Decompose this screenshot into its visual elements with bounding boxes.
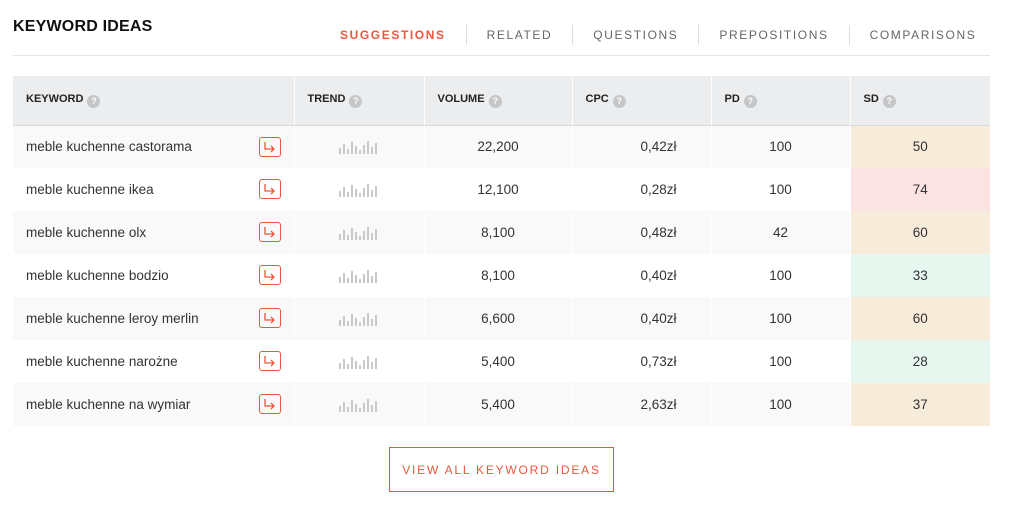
tab-related[interactable]: RELATED (465, 25, 573, 45)
sd-cell: 33 (850, 254, 990, 297)
pd-cell: 42 (711, 211, 851, 254)
volume-cell: 8,100 (424, 254, 573, 297)
trend-sparkline-icon (338, 355, 377, 370)
trend-cell (294, 254, 425, 297)
keyword-tabs: SUGGESTIONS RELATED QUESTIONS PREPOSITIO… (320, 25, 996, 45)
keyword-cell: meble kuchenne castorama (13, 125, 295, 168)
col-pd[interactable]: PD? (711, 76, 851, 126)
help-icon[interactable]: ? (87, 94, 101, 108)
trend-sparkline-icon (338, 312, 377, 327)
sd-cell: 37 (850, 383, 990, 426)
tab-suggestions[interactable]: SUGGESTIONS (320, 25, 466, 45)
keyword-link[interactable]: meble kuchenne olx (26, 225, 146, 240)
view-all-keyword-ideas-button[interactable]: VIEW ALL KEYWORD IDEAS (389, 447, 614, 492)
table-row: meble kuchenne leroy merlin 6,600 0,40zł 10… (13, 297, 990, 340)
keyword-table: KEYWORD? TREND? VOLUME? CPC? PD? SD? meb… (13, 76, 990, 426)
tab-prepositions[interactable]: PREPOSITIONS (698, 25, 848, 45)
tab-comparisons[interactable]: COMPARISONS (848, 25, 997, 45)
pd-cell: 100 (711, 125, 851, 168)
arrow-right-icon[interactable] (258, 265, 281, 285)
pd-cell: 100 (711, 383, 851, 426)
volume-cell: 22,200 (424, 125, 573, 168)
pd-cell: 100 (711, 340, 851, 383)
sd-cell: 60 (850, 297, 990, 340)
tab-questions[interactable]: QUESTIONS (572, 25, 698, 45)
cpc-cell: 0,28zł (572, 168, 712, 211)
trend-sparkline-icon (338, 183, 377, 198)
help-icon[interactable]: ? (612, 94, 626, 108)
arrow-right-icon[interactable] (258, 222, 281, 242)
table-row: meble kuchenne castorama 22,200 0,42zł 100 5… (13, 125, 990, 168)
keyword-cell: meble kuchenne narożne (13, 340, 295, 383)
pd-cell: 100 (711, 297, 851, 340)
trend-sparkline-icon (338, 226, 377, 241)
col-keyword[interactable]: KEYWORD? (13, 76, 295, 126)
trend-cell (294, 340, 425, 383)
keyword-cell: meble kuchenne ikea (13, 168, 295, 211)
table-row: meble kuchenne bodzio 8,100 0,40zł 100 33 (13, 254, 990, 297)
keyword-link[interactable]: meble kuchenne leroy merlin (26, 311, 199, 326)
table-row: meble kuchenne narożne 5,400 0,73zł 100 28 (13, 340, 990, 383)
arrow-right-icon[interactable] (258, 308, 281, 328)
help-icon[interactable]: ? (743, 94, 757, 108)
arrow-right-icon[interactable] (258, 394, 281, 414)
help-icon[interactable]: ? (349, 94, 363, 108)
col-trend[interactable]: TREND? (294, 76, 425, 126)
trend-cell (294, 168, 425, 211)
trend-sparkline-icon (338, 140, 377, 155)
arrow-right-icon[interactable] (258, 351, 281, 371)
cpc-cell: 0,73zł (572, 340, 712, 383)
volume-cell: 5,400 (424, 340, 573, 383)
trend-cell (294, 211, 425, 254)
keyword-cell: meble kuchenne leroy merlin (13, 297, 295, 340)
keyword-link[interactable]: meble kuchenne narożne (26, 354, 178, 369)
volume-cell: 6,600 (424, 297, 573, 340)
pd-cell: 100 (711, 168, 851, 211)
cpc-cell: 0,48zł (572, 211, 712, 254)
arrow-right-icon[interactable] (258, 179, 281, 199)
pd-cell: 100 (711, 254, 851, 297)
col-sd[interactable]: SD? (850, 76, 990, 126)
keyword-link[interactable]: meble kuchenne castorama (26, 139, 192, 154)
page-title: KEYWORD IDEAS (13, 18, 153, 35)
table-row: meble kuchenne olx 8,100 0,48zł 42 60 (13, 211, 990, 254)
arrow-right-icon[interactable] (258, 136, 281, 157)
trend-cell (294, 383, 425, 426)
keyword-link[interactable]: meble kuchenne na wymiar (26, 397, 190, 412)
volume-cell: 8,100 (424, 211, 573, 254)
keyword-link[interactable]: meble kuchenne bodzio (26, 268, 169, 283)
table-body: meble kuchenne castorama 22,200 0,42zł 100 5… (13, 125, 990, 426)
cpc-cell: 0,40zł (572, 254, 712, 297)
table-row: meble kuchenne na wymiar 5,400 2,63zł 100 37 (13, 383, 990, 426)
volume-cell: 12,100 (424, 168, 573, 211)
keyword-link[interactable]: meble kuchenne ikea (26, 182, 154, 197)
sd-cell: 28 (850, 340, 990, 383)
keyword-cell: meble kuchenne na wymiar (13, 383, 295, 426)
trend-sparkline-icon (338, 269, 377, 284)
trend-sparkline-icon (338, 398, 377, 413)
col-cpc[interactable]: CPC? (572, 76, 712, 126)
sd-cell: 74 (850, 168, 990, 211)
cpc-cell: 2,63zł (572, 383, 712, 426)
cpc-cell: 0,42zł (572, 125, 712, 168)
sd-cell: 60 (850, 211, 990, 254)
trend-cell (294, 125, 425, 168)
sd-cell: 50 (850, 125, 990, 168)
help-icon[interactable]: ? (882, 94, 896, 108)
trend-cell (294, 297, 425, 340)
volume-cell: 5,400 (424, 383, 573, 426)
keyword-cell: meble kuchenne bodzio (13, 254, 295, 297)
table-header-row: KEYWORD? TREND? VOLUME? CPC? PD? SD? (13, 76, 990, 126)
cpc-cell: 0,40zł (572, 297, 712, 340)
help-icon[interactable]: ? (488, 94, 502, 108)
col-volume[interactable]: VOLUME? (424, 76, 573, 126)
keyword-cell: meble kuchenne olx (13, 211, 295, 254)
table-row: meble kuchenne ikea 12,100 0,28zł 100 74 (13, 168, 990, 211)
header-divider (13, 55, 990, 56)
